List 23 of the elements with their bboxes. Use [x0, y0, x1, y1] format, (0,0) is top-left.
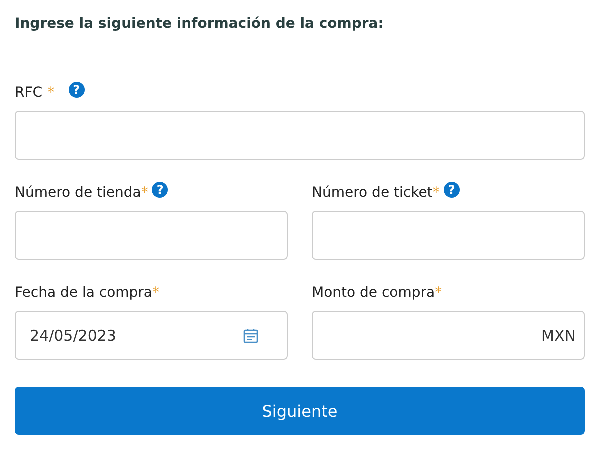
- next-button[interactable]: Siguiente: [15, 387, 585, 435]
- required-mark: *: [141, 185, 148, 201]
- required-mark: *: [48, 85, 55, 101]
- text-field[interactable]: [312, 211, 585, 260]
- calendar-icon[interactable]: [243, 328, 259, 344]
- help-icon[interactable]: ?: [68, 82, 85, 98]
- field-label: Número de ticket: [312, 185, 433, 201]
- field-label: Monto de compra: [312, 285, 436, 301]
- field-label: Número de tienda: [15, 185, 142, 201]
- required-mark: *: [432, 185, 440, 201]
- currency-suffix: MXN: [542, 326, 576, 344]
- help-icon[interactable]: ?: [444, 182, 460, 198]
- field-label: Fecha de la compra: [15, 285, 152, 301]
- help-icon[interactable]: ?: [152, 182, 168, 198]
- text-field[interactable]: [15, 111, 585, 160]
- required-mark: *: [435, 285, 442, 301]
- date-field[interactable]: 24/05/2023: [15, 311, 288, 360]
- amount-field[interactable]: MXN: [312, 311, 585, 360]
- text-field[interactable]: [15, 211, 288, 260]
- form-heading: Ingrese la siguiente información de la compra:: [15, 15, 385, 34]
- date-value: 24/05/2023: [30, 326, 118, 344]
- required-mark: *: [152, 285, 160, 301]
- field-label: RFC: [15, 85, 43, 101]
